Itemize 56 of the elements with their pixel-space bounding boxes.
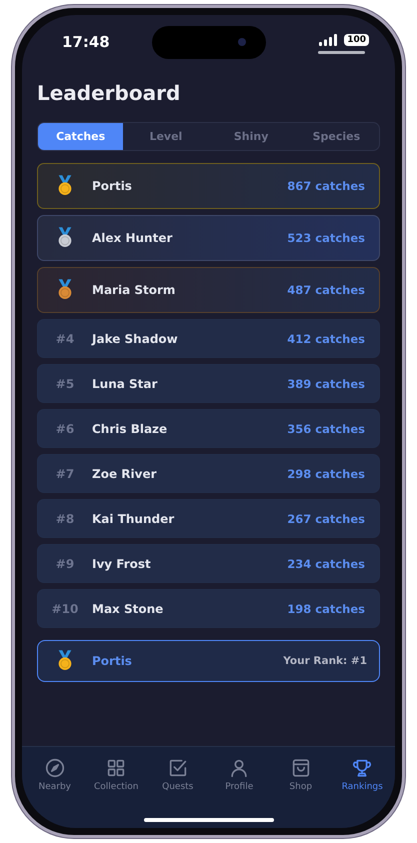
leaderboard-row[interactable]: Maria Storm 487 catches — [37, 267, 380, 313]
player-name: Jake Shadow — [92, 332, 179, 346]
catch-count: 198 catches — [287, 602, 365, 616]
rank-number: #4 — [56, 332, 74, 346]
medal-icon — [56, 227, 74, 249]
compass-icon — [44, 757, 66, 779]
nav-tab[interactable]: Shop — [270, 757, 332, 797]
catch-count: 487 catches — [287, 283, 365, 297]
player-name: Maria Storm — [92, 283, 176, 297]
leaderboard-row[interactable]: #7 Zoe River 298 catches — [37, 454, 380, 493]
leaderboard-row[interactable]: Alex Hunter 523 catches — [37, 215, 380, 261]
leaderboard-row[interactable]: #10 Max Stone 198 catches — [37, 589, 380, 628]
nav-tab[interactable]: Nearby — [24, 757, 86, 797]
leaderboard-row[interactable]: #8 Kai Thunder 267 catches — [37, 499, 380, 538]
rank-number: #7 — [56, 466, 74, 480]
rank-number: #10 — [52, 602, 78, 616]
rank-number: #9 — [56, 556, 74, 570]
player-name: Max Stone — [92, 602, 164, 616]
rank-number: #6 — [56, 422, 74, 436]
medal-icon — [56, 279, 74, 301]
nav-tab[interactable]: Rankings — [332, 757, 393, 797]
catch-count: 298 catches — [287, 466, 365, 480]
nav-tab[interactable]: Quests — [147, 757, 208, 797]
catch-count: 867 catches — [287, 179, 365, 193]
status-time: 17:48 — [62, 33, 110, 51]
leaderboard-row[interactable]: #4 Jake Shadow 412 catches — [37, 319, 380, 358]
player-name: Zoe River — [92, 466, 158, 480]
medal-icon — [56, 175, 74, 197]
nav-tab[interactable]: Collection — [86, 757, 147, 797]
rank-number: #5 — [56, 376, 74, 390]
catch-count: 267 catches — [287, 512, 365, 526]
player-name: Luna Star — [92, 376, 158, 390]
catch-count: 523 catches — [287, 231, 365, 245]
player-name: Kai Thunder — [92, 512, 176, 526]
player-name: Alex Hunter — [92, 231, 174, 245]
player-name: Ivy Frost — [92, 556, 152, 570]
trophy-icon — [351, 757, 374, 779]
battery-indicator: 100 — [344, 34, 369, 46]
catch-count: 412 catches — [287, 332, 365, 346]
page-title: Leaderboard — [37, 81, 182, 105]
catch-count: 234 catches — [287, 556, 365, 570]
player-name: Chris Blaze — [92, 422, 168, 436]
leaderboard-row[interactable]: Portis 867 catches — [37, 163, 380, 209]
catch-count: 356 catches — [287, 422, 365, 436]
leaderboard-row[interactable]: #5 Luna Star 389 catches — [37, 364, 380, 403]
signal-icon — [319, 34, 340, 46]
catch-count: 389 catches — [287, 376, 365, 390]
player-name: Portis — [92, 179, 133, 193]
leaderboard-row[interactable]: #9 Ivy Frost 234 catches — [37, 544, 380, 583]
rank-number: #8 — [56, 512, 74, 526]
leaderboard-row[interactable]: #6 Chris Blaze 356 catches — [37, 409, 380, 448]
your-rank-label: Your Rank: #1 — [283, 655, 367, 667]
player-name: Portis — [92, 654, 133, 668]
medal-icon — [56, 650, 74, 672]
nav-tab[interactable]: Profile — [208, 757, 270, 797]
status-underline — [318, 51, 365, 54]
